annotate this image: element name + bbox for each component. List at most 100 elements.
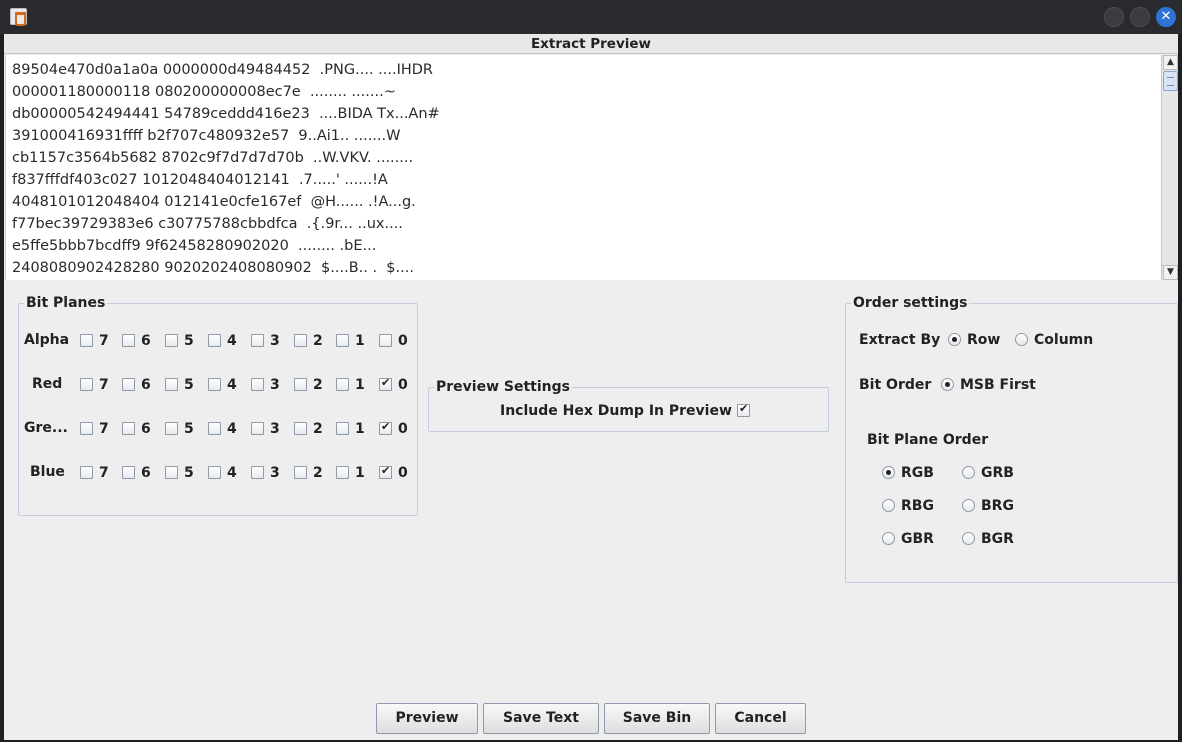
hex-line: 391000416931ffff b2f707c480932e57 9..Ai1… (12, 128, 401, 144)
blue-bit-1-label: 1 (355, 465, 365, 481)
red-bit-0-checkbox[interactable] (379, 376, 392, 391)
row-label-green: Gre... (24, 420, 68, 436)
green-bit-5-checkbox[interactable] (165, 422, 178, 435)
alpha-bit-2-label: 2 (313, 333, 323, 349)
green-bit-4-checkbox[interactable] (208, 422, 221, 435)
red-bit-4-checkbox[interactable] (208, 378, 221, 391)
order-settings-title: Order settings (851, 294, 970, 312)
order-rgb-radio[interactable] (882, 466, 895, 479)
green-bit-7-checkbox[interactable] (80, 422, 93, 435)
red-bit-2-checkbox[interactable] (294, 378, 307, 391)
preview-text-area[interactable]: 89504e470d0a1a0a 0000000d49484452 .PNG..… (5, 55, 1161, 280)
cancel-button[interactable]: Cancel (715, 703, 806, 734)
maximize-button[interactable] (1130, 7, 1150, 27)
hex-line: 4048101012048404 012141e0cfe167ef @H....… (12, 194, 416, 210)
bit-order-label: Bit Order (859, 377, 932, 393)
green-bit-1-checkbox[interactable] (336, 422, 349, 435)
red-bit-1-checkbox[interactable] (336, 378, 349, 391)
blue-bit-6-label: 6 (141, 465, 151, 481)
red-bit-3-checkbox[interactable] (251, 378, 264, 391)
blue-bit-2-checkbox[interactable] (294, 466, 307, 479)
blue-bit-6-checkbox[interactable] (122, 466, 135, 479)
hex-line: f837fffdf403c027 1012048404012141 .7....… (12, 172, 388, 188)
blue-bit-0-checkbox[interactable] (379, 464, 392, 479)
blue-bit-7-checkbox[interactable] (80, 466, 93, 479)
bit-plane-order-label: Bit Plane Order (867, 432, 989, 448)
preview-header: Extract Preview (4, 34, 1178, 54)
alpha-bit-2-checkbox[interactable] (294, 334, 307, 347)
green-bit-3-checkbox[interactable] (251, 422, 264, 435)
row-label-blue: Blue (30, 464, 65, 480)
hex-line: 2408080902428280 9020202408080902 $....B… (12, 260, 414, 276)
scroll-down-button[interactable]: ▼ (1163, 265, 1178, 280)
alpha-bit-4-label: 4 (227, 333, 237, 349)
red-bit-5-label: 5 (184, 377, 194, 393)
alpha-bit-5-label: 5 (184, 333, 194, 349)
red-bit-7-label: 7 (99, 377, 109, 393)
green-bit-6-checkbox[interactable] (122, 422, 135, 435)
blue-bit-4-checkbox[interactable] (208, 466, 221, 479)
green-bit-0-checkbox[interactable] (379, 420, 392, 435)
blue-bit-5-label: 5 (184, 465, 194, 481)
alpha-bit-7-checkbox[interactable] (80, 334, 93, 347)
order-rbg-radio[interactable] (882, 499, 895, 512)
scroll-thumb[interactable] (1163, 71, 1178, 91)
order-brg-radio[interactable] (962, 499, 975, 512)
alpha-bit-0-checkbox[interactable] (379, 334, 392, 347)
order-grb-radio[interactable] (962, 466, 975, 479)
blue-bit-5-checkbox[interactable] (165, 466, 178, 479)
hex-line: f77bec39729383e6 c30775788cbbdfca .{.9r.… (12, 216, 403, 232)
alpha-bit-1-checkbox[interactable] (336, 334, 349, 347)
red-bit-6-label: 6 (141, 377, 151, 393)
minimize-button[interactable] (1104, 7, 1124, 27)
blue-bit-3-checkbox[interactable] (251, 466, 264, 479)
preview-scrollbar[interactable]: ▲ ▼ (1161, 55, 1178, 280)
title-bar: ✕ (0, 0, 1182, 34)
extract-by-column-label: Column (1034, 332, 1094, 348)
green-bit-6-label: 6 (141, 421, 151, 437)
row-label-red: Red (32, 376, 63, 392)
hex-dump-checkbox[interactable] (737, 402, 750, 417)
order-rbg-label: RBG (901, 498, 934, 514)
alpha-bit-3-checkbox[interactable] (251, 334, 264, 347)
scroll-up-button[interactable]: ▲ (1163, 55, 1178, 70)
green-bit-2-checkbox[interactable] (294, 422, 307, 435)
java-app-icon (10, 8, 27, 26)
red-bit-7-checkbox[interactable] (80, 378, 93, 391)
alpha-bit-4-checkbox[interactable] (208, 334, 221, 347)
save-bin-button[interactable]: Save Bin (604, 703, 710, 734)
close-button[interactable]: ✕ (1156, 7, 1176, 27)
order-gbr-radio[interactable] (882, 532, 895, 545)
green-bit-7-label: 7 (99, 421, 109, 437)
green-bit-5-label: 5 (184, 421, 194, 437)
alpha-bit-6-label: 6 (141, 333, 151, 349)
green-bit-2-label: 2 (313, 421, 323, 437)
red-bit-5-checkbox[interactable] (165, 378, 178, 391)
alpha-bit-5-checkbox[interactable] (165, 334, 178, 347)
row-label-alpha: Alpha (24, 332, 70, 348)
save-text-button[interactable]: Save Text (483, 703, 599, 734)
hex-line: 000001180000118 080200000008ec7e .......… (12, 84, 396, 100)
red-bit-1-label: 1 (355, 377, 365, 393)
blue-bit-4-label: 4 (227, 465, 237, 481)
hex-dump-label: Include Hex Dump In Preview (500, 403, 732, 419)
extract-dialog: Extract Preview 89504e470d0a1a0a 0000000… (4, 34, 1178, 740)
close-icon: ✕ (1160, 9, 1172, 24)
red-bit-6-checkbox[interactable] (122, 378, 135, 391)
preview-button[interactable]: Preview (376, 703, 478, 734)
extract-by-column-radio[interactable] (1015, 333, 1028, 346)
green-bit-4-label: 4 (227, 421, 237, 437)
green-bit-0-label: 0 (398, 421, 408, 437)
alpha-bit-1-label: 1 (355, 333, 365, 349)
order-bgr-radio[interactable] (962, 532, 975, 545)
blue-bit-1-checkbox[interactable] (336, 466, 349, 479)
order-brg-label: BRG (981, 498, 1014, 514)
alpha-bit-6-checkbox[interactable] (122, 334, 135, 347)
green-bit-1-label: 1 (355, 421, 365, 437)
hex-line: 89504e470d0a1a0a 0000000d49484452 .PNG..… (12, 62, 434, 78)
msb-first-radio[interactable] (941, 378, 954, 391)
extract-by-row-radio[interactable] (948, 333, 961, 346)
order-gbr-label: GBR (901, 531, 934, 547)
blue-bit-3-label: 3 (270, 465, 280, 481)
alpha-bit-7-label: 7 (99, 333, 109, 349)
